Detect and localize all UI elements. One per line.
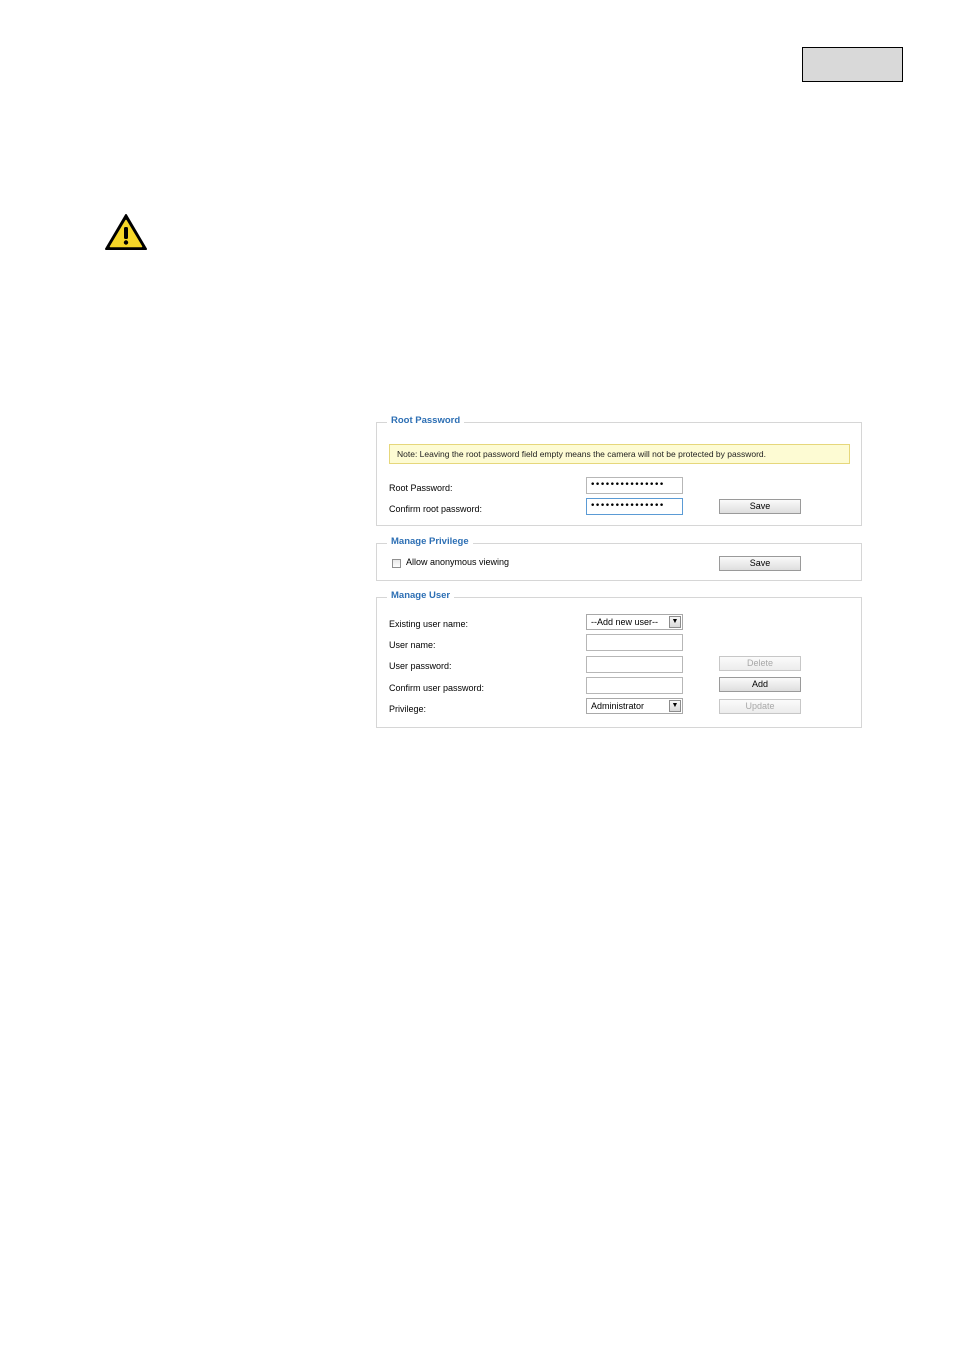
page-number-box (802, 47, 903, 82)
confirm-root-password-label: Confirm root password: (389, 504, 483, 514)
privilege-value: Administrator (591, 701, 645, 711)
existing-user-value: --Add new user-- (591, 617, 659, 627)
confirm-root-password-input[interactable]: ••••••••••••••• (586, 498, 683, 515)
root-password-legend: Root Password (387, 415, 465, 426)
manage-privilege-legend: Manage Privilege (387, 536, 473, 547)
allow-anonymous-label: Allow anonymous viewing (406, 557, 510, 567)
privilege-save-button[interactable]: Save (719, 556, 801, 571)
privilege-select[interactable]: Administrator ▼ (586, 698, 683, 714)
root-password-save-button[interactable]: Save (719, 499, 801, 514)
root-password-panel: Root Password Note: Leaving the root pas… (376, 415, 862, 526)
manage-user-legend: Manage User (387, 590, 455, 601)
add-button[interactable]: Add (719, 677, 801, 692)
existing-user-select[interactable]: --Add new user-- ▼ (586, 614, 683, 630)
root-password-note: Note: Leaving the root password field em… (389, 444, 850, 464)
privilege-label: Privilege: (389, 704, 427, 714)
confirm-user-password-label: Confirm user password: (389, 683, 485, 693)
delete-button[interactable]: Delete (719, 656, 801, 671)
user-name-input[interactable] (586, 634, 683, 651)
user-password-label: User password: (389, 661, 452, 671)
manage-privilege-panel: Manage Privilege Allow anonymous viewing… (376, 536, 862, 581)
manage-user-panel: Manage User Existing user name: --Add ne… (376, 590, 862, 728)
confirm-user-password-input[interactable] (586, 677, 683, 694)
allow-anonymous-checkbox[interactable] (392, 559, 401, 568)
existing-user-label: Existing user name: (389, 619, 469, 629)
chevron-down-icon[interactable]: ▼ (669, 700, 681, 712)
root-password-input[interactable]: ••••••••••••••• (586, 477, 683, 494)
user-password-input[interactable] (586, 656, 683, 673)
update-button[interactable]: Update (719, 699, 801, 714)
warning-icon (105, 214, 147, 250)
chevron-down-icon[interactable]: ▼ (669, 616, 681, 628)
user-name-label: User name: (389, 640, 436, 650)
root-password-label: Root Password: (389, 483, 453, 493)
